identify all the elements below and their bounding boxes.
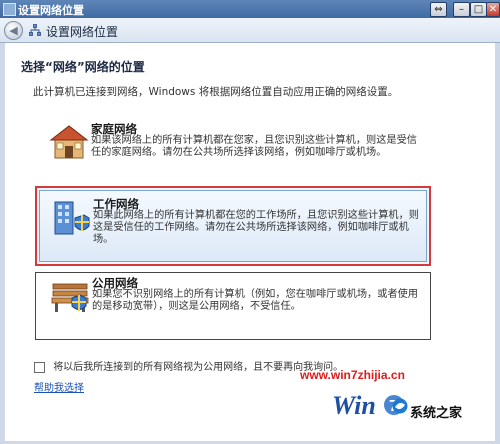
window-title-bar[interactable]: 设置网络位置 ⇔ – □ ✕ [0,0,500,18]
window-icon [3,3,16,16]
option-description: 如果您不识别网络上的所有计算机（例如，您在咖啡厅或机场，或者使用的是移动宽带），… [92,289,418,312]
treat-all-public-checkbox-row[interactable]: 将以后我所连接到的所有网络视为公用网络，且不要再向我询问。 [34,358,343,373]
close-button[interactable]: ✕ [486,2,500,17]
resize-button[interactable]: ⇔ [430,2,447,17]
minimize-button[interactable]: – [453,2,470,17]
watermark-url: www.win7zhijia.cn [300,368,405,382]
park-bench-icon [51,283,89,312]
option-home-network[interactable]: 家庭网络 如果该网络上的所有计算机都在您家，且您识别这些计算机，则这是受信任的家… [35,119,431,173]
watermark-site-name: 系统之家 [410,406,463,421]
content-panel: 选择“网络”网络的位置 此计算机已连接到网络，Windows 将根据网络位置自动… [5,43,495,441]
intro-text: 此计算机已连接到网络，Windows 将根据网络位置自动应用正确的网络设置。 [33,86,399,98]
navigation-bar: ◀ 设置网络位置 [0,18,500,43]
page-heading: 选择“网络”网络的位置 [21,60,145,74]
house-icon [49,125,89,159]
svg-text:Win: Win [332,391,376,420]
help-me-choose-link[interactable]: 帮助我选择 [34,379,84,394]
treat-all-public-checkbox[interactable] [34,361,45,373]
option-description: 如果该网络上的所有计算机都在您家，且您识别这些计算机，则这是受信任的家庭网络。请… [91,135,417,158]
back-button[interactable]: ◀ [4,21,23,40]
maximize-button[interactable]: □ [470,2,487,17]
network-icon [29,24,41,36]
option-description: 如果此网络上的所有计算机都在您的工作场所，且您识别这些计算机，则这是受信任的工作… [93,210,419,245]
window-title: 设置网络位置 [18,4,84,17]
back-arrow-icon: ◀ [9,24,18,37]
option-work-network[interactable]: 工作网络 如果此网络上的所有计算机都在您的工作场所，且您识别这些计算机，则这是受… [35,186,431,266]
option-public-network[interactable]: 公用网络 如果您不识别网络上的所有计算机（例如，您在咖啡厅或机场，或者使用的是移… [35,272,431,340]
site-logo-icon [392,398,408,414]
office-building-icon [54,201,90,235]
nav-title: 设置网络位置 [46,25,119,39]
